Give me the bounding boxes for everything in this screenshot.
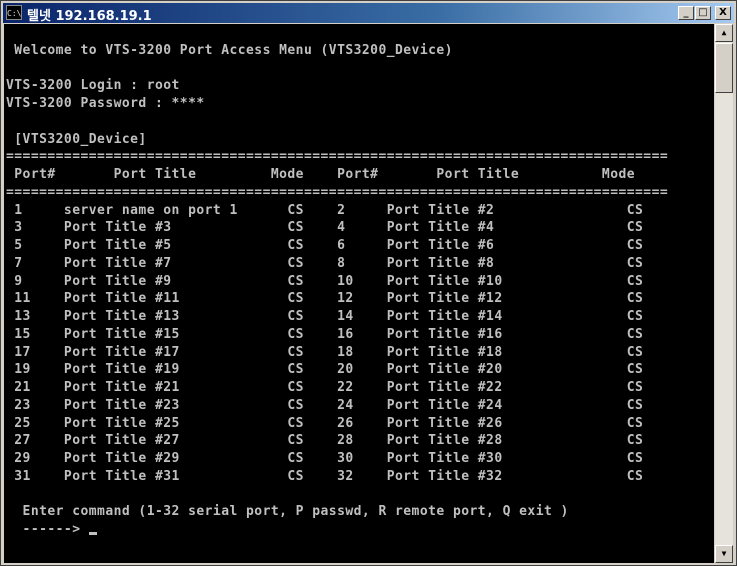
terminal-line: 5 Port Title #5 CS 6 Port Title #6 CS <box>6 238 644 253</box>
terminal-line: 27 Port Title #27 CS 28 Port Title #28 C… <box>6 433 644 449</box>
terminal-line: VTS-3200 Password : **** <box>6 96 205 111</box>
terminal-line: 15 Port Title #15 CS 16 Port Title #16 C… <box>6 326 644 342</box>
terminal-line: 11 Port Title #11 CS 12 Port Title #12 C… <box>6 291 644 307</box>
terminal-line: 13 Port Title #13 CS 14 Port Title #14 C… <box>6 309 644 324</box>
console-icon[interactable]: C:\ <box>6 5 22 20</box>
scroll-up-button[interactable]: ▲ <box>715 24 733 42</box>
terminal-line: Enter command (1-32 serial port, P passw… <box>6 504 569 520</box>
down-arrow-icon: ▼ <box>721 549 727 558</box>
terminal-line: ========================================… <box>6 149 669 165</box>
terminal-line: ------> <box>6 521 668 539</box>
terminal-line: 3 Port Title #3 CS 4 Port Title #4 CS <box>6 220 644 236</box>
terminal-line: VTS-3200 Login : root <box>6 78 180 94</box>
telnet-window: C:\ 텔넷 192.168.19.1 _ □ X Welcome to VTS… <box>0 0 737 566</box>
terminal-line: 25 Port Title #25 CS 26 Port Title #26 C… <box>6 415 644 431</box>
terminal-line: 29 Port Title #29 CS 30 Port Title #30 C… <box>6 451 644 466</box>
terminal-line: 7 Port Title #7 CS 8 Port Title #8 CS <box>6 255 644 271</box>
minimize-button[interactable]: _ <box>678 6 694 20</box>
terminal-line: 31 Port Title #31 CS 32 Port Title #32 C… <box>6 468 644 484</box>
vertical-scrollbar[interactable]: ▲ ▼ <box>715 24 733 563</box>
text-cursor <box>88 532 97 535</box>
terminal-line: [VTS3200_Device] <box>6 131 147 147</box>
terminal-line: 17 Port Title #17 CS 18 Port Title #18 C… <box>6 344 644 360</box>
maximize-button[interactable]: □ <box>695 6 711 20</box>
scroll-down-button[interactable]: ▼ <box>715 545 733 563</box>
terminal-line: ========================================… <box>6 184 669 200</box>
terminal-line: Welcome to VTS-3200 Port Access Menu (VT… <box>6 42 453 58</box>
terminal-screen[interactable]: Welcome to VTS-3200 Port Access Menu (VT… <box>4 24 714 563</box>
window-title: 텔넷 192.168.19.1 <box>27 9 152 24</box>
terminal-line: 21 Port Title #21 CS 22 Port Title #22 C… <box>6 380 644 395</box>
terminal-line: 23 Port Title #23 CS 24 Port Title #24 C… <box>6 397 644 413</box>
up-arrow-icon: ▲ <box>721 28 727 37</box>
terminal-line: 1 server name on port 1 CS 2 Port Title … <box>6 202 644 218</box>
terminal-line: Port# Port Title Mode Port# Port Title M… <box>6 167 636 182</box>
close-button[interactable]: X <box>715 6 731 20</box>
terminal-line: 9 Port Title #9 CS 10 Port Title #10 CS <box>6 273 644 289</box>
title-bar[interactable]: C:\ 텔넷 192.168.19.1 _ □ X <box>3 3 734 24</box>
scroll-thumb[interactable] <box>715 43 733 93</box>
terminal-text: Welcome to VTS-3200 Port Access Menu (VT… <box>6 24 668 539</box>
terminal-line: 19 Port Title #19 CS 20 Port Title #20 C… <box>6 362 644 378</box>
